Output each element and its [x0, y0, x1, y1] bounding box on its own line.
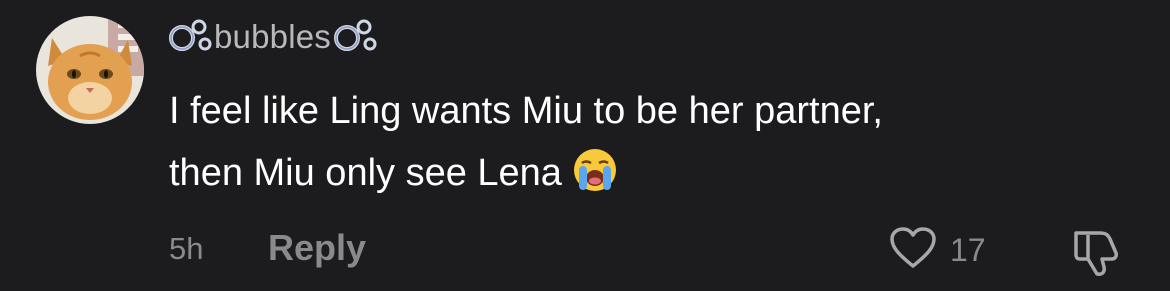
- timestamp: 5h: [169, 231, 204, 266]
- avatar[interactable]: [36, 16, 144, 124]
- bubbles-emoji-icon: [168, 18, 212, 57]
- like-count: 17: [950, 232, 986, 268]
- reply-button[interactable]: Reply: [268, 227, 366, 269]
- orange-cat-avatar-icon: [36, 16, 144, 124]
- username-row[interactable]: bubbles: [168, 12, 377, 62]
- thumbs-down-icon: [1070, 231, 1124, 281]
- like-button[interactable]: 17: [888, 226, 986, 275]
- comment-text-line-content: then Miu only see Lena: [169, 152, 562, 194]
- dislike-button[interactable]: [1070, 225, 1124, 282]
- username[interactable]: bubbles: [214, 18, 331, 56]
- comment-text: I feel like Ling wants Miu to be her par…: [169, 80, 1119, 212]
- bubbles-emoji-icon: [333, 18, 377, 57]
- comment-text-line: then Miu only see Lena: [169, 142, 1119, 212]
- comment-item: bubbles I feel like Ling wants Miu to be…: [0, 0, 1170, 291]
- loudly-crying-face-icon: [572, 147, 618, 212]
- comment-text-line: I feel like Ling wants Miu to be her par…: [169, 90, 883, 132]
- heart-icon: [888, 226, 938, 275]
